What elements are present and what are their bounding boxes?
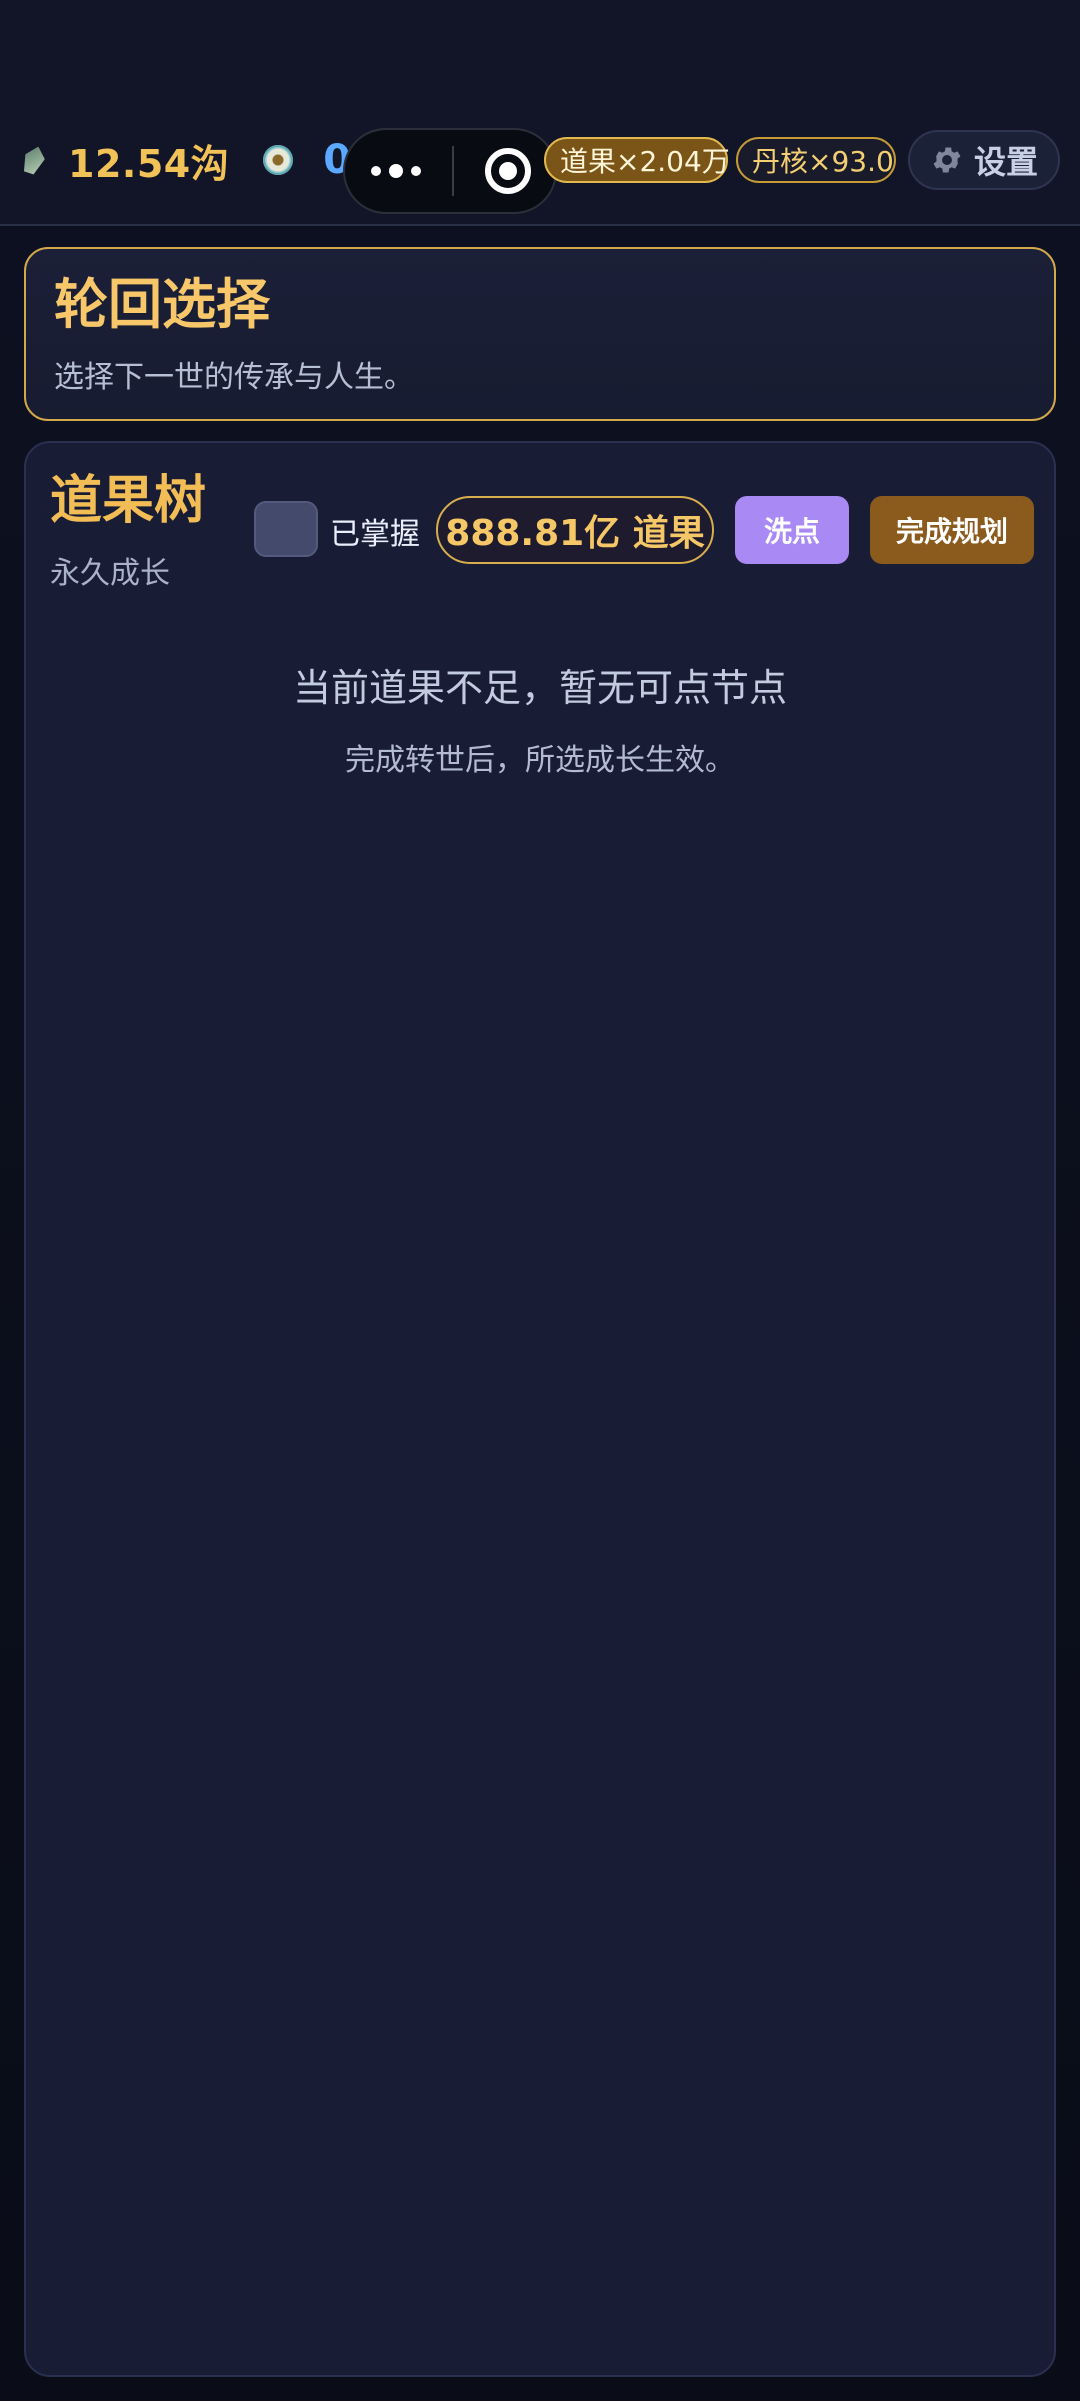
capsule-divider (452, 146, 454, 196)
spirit-stone-amount: 12.54沟 (68, 141, 230, 186)
empty-state-title: 当前道果不足，暂无可点节点 (292, 666, 787, 710)
banner-subtitle: 选择下一世的传承与人生。 (54, 360, 414, 396)
resource-counters: 12.54沟 0 (24, 132, 351, 188)
gear-icon (933, 147, 961, 173)
app-root: 12.54沟 0 道果×2.04万 丹核×93.0 设置 轮回选择 选择下一世的… (0, 0, 1080, 2401)
tree-subtitle: 永久成长 (50, 556, 170, 592)
settings-label: 设置 (973, 143, 1038, 181)
top-resource-bar: 12.54沟 0 道果×2.04万 丹核×93.0 设置 (0, 0, 1080, 226)
daoguo-multiplier-chip: 道果×2.04万 (544, 137, 730, 183)
dao-tree-card: 道果树 永久成长 已掌握 888.81亿 道果 洗点 完成规划 当前道果不足，暂… (24, 441, 1056, 2377)
eye-icon (263, 145, 294, 175)
tree-header: 道果树 永久成长 (50, 471, 207, 592)
dao-points-badge: 888.81亿 道果 (436, 496, 714, 564)
danhe-multiplier-chip: 丹核×93.0 (736, 137, 896, 183)
empty-state-subtitle: 完成转世后，所选成长生效。 (345, 743, 735, 778)
gem-icon (20, 144, 48, 177)
banner-title: 轮回选择 (54, 273, 270, 336)
miniapp-capsule (343, 128, 557, 214)
reset-points-button[interactable]: 洗点 (735, 496, 849, 564)
more-dots-icon[interactable] (371, 164, 421, 178)
finish-plan-button[interactable]: 完成规划 (870, 496, 1034, 564)
reincarnation-banner: 轮回选择 选择下一世的传承与人生。 (24, 247, 1056, 421)
target-icon[interactable] (485, 148, 531, 194)
settings-button[interactable]: 设置 (908, 130, 1060, 190)
mastered-toggle-label: 已掌握 (330, 517, 420, 552)
tree-title: 道果树 (50, 471, 207, 531)
mastered-toggle[interactable] (254, 501, 318, 557)
